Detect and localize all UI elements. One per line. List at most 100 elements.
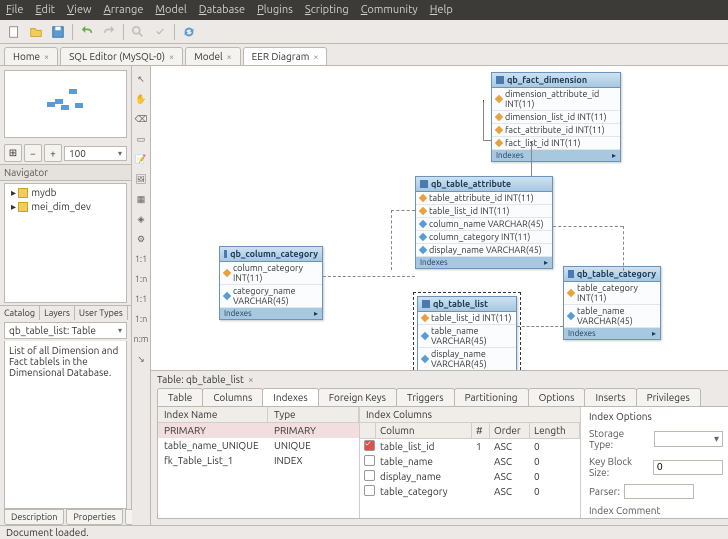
menu-view[interactable]: View (67, 4, 92, 16)
checkbox[interactable] (364, 455, 375, 466)
parser-input[interactable] (624, 484, 694, 499)
close-icon[interactable]: × (169, 52, 174, 62)
prop-tab-indexes[interactable]: Indexes (262, 388, 318, 406)
rel-1-1-id-icon[interactable]: 1:1 (132, 290, 150, 308)
entity-qb_table_attribute[interactable]: qb_table_attributetable_attribute_id INT… (415, 176, 553, 269)
schema-tree[interactable]: ▸ mydb▸ mei_dim_dev (4, 183, 127, 303)
zoom-in-icon[interactable]: + (44, 144, 62, 162)
sidebar-tab-user-types[interactable]: User Types (75, 306, 128, 320)
tree-item[interactable]: ▸ mydb (5, 186, 126, 200)
menu-model[interactable]: Model (155, 4, 186, 16)
prop-tab-partitioning[interactable]: Partitioning (454, 388, 529, 406)
sidebar-tab-catalog[interactable]: Catalog (0, 306, 40, 320)
sync-icon[interactable] (179, 22, 199, 42)
navigator-label: Navigator (0, 164, 131, 181)
prop-tab-table[interactable]: Table (157, 388, 203, 406)
prop-tab-options[interactable]: Options (528, 388, 586, 406)
routine-tool-icon[interactable]: ⚙ (132, 230, 150, 248)
entity-qb_column_category[interactable]: qb_column_categorycolumn_category INT(11… (219, 246, 323, 320)
menu-scripting[interactable]: Scripting (305, 4, 349, 16)
zoom-fit-icon[interactable]: ⊞ (4, 144, 22, 162)
menu-help[interactable]: Help (430, 4, 453, 16)
tab-home[interactable]: Home× (4, 47, 58, 65)
storage-type-select[interactable] (654, 431, 723, 447)
navigator-thumbnail[interactable] (4, 70, 127, 138)
close-icon[interactable]: × (248, 374, 254, 385)
tab-model[interactable]: Model× (185, 47, 241, 65)
entity-qb_fact_dimension[interactable]: qb_fact_dimensiondimension_attribute_id … (491, 72, 621, 162)
checkbox[interactable] (364, 440, 375, 451)
open-icon[interactable] (26, 22, 46, 42)
zoom-value[interactable]: 100▾ (64, 146, 127, 161)
tab-sql-editor-mysql-0-[interactable]: SQL Editor (MySQL-0)× (60, 47, 183, 65)
index-row[interactable]: fk_Table_List_1INDEX (158, 453, 359, 468)
hand-tool-icon[interactable]: ✋ (132, 90, 150, 108)
eer-canvas[interactable]: qb_fact_dimensiondimension_attribute_id … (151, 66, 728, 370)
storage-type-label: Storage Type: (589, 428, 650, 450)
col-header-length: Length (530, 423, 580, 438)
zoom-out-icon[interactable]: − (24, 144, 42, 162)
image-tool-icon[interactable]: 🖼 (132, 170, 150, 188)
rel-existing-icon[interactable]: ↘ (132, 350, 150, 368)
sidebar-tabs: CatalogLayersUser Types (0, 305, 131, 320)
bottom-tab-description[interactable]: Description (4, 509, 64, 525)
index-column-row[interactable]: table_list_id1ASC0 (360, 439, 580, 454)
close-icon[interactable]: × (227, 52, 232, 62)
erase-tool-icon[interactable]: ⌫ (132, 110, 150, 128)
menu-arrange[interactable]: Arrange (104, 4, 144, 16)
main-toolbar: ✓ (0, 20, 728, 44)
index-list[interactable]: Index NameType PRIMARYPRIMARYtable_name_… (158, 407, 360, 518)
property-title: Table: qb_table_list (157, 374, 244, 385)
rel-1-1-icon[interactable]: 1:1 (132, 250, 150, 268)
note-tool-icon[interactable]: 📝 (132, 150, 150, 168)
entity-qb_table_list[interactable]: qb_table_listtable_list_id INT(11)table_… (417, 296, 517, 370)
close-icon[interactable]: × (313, 52, 318, 62)
tab-eer-diagram[interactable]: EER Diagram× (243, 47, 328, 65)
pointer-tool-icon[interactable]: ↖ (132, 70, 150, 88)
rel-1-n-icon[interactable]: 1:n (132, 270, 150, 288)
status-bar: Document loaded. (0, 525, 728, 539)
close-icon[interactable]: × (44, 52, 49, 62)
new-icon[interactable] (4, 22, 24, 42)
document-tabs: Home×SQL Editor (MySQL-0)×Model×EER Diag… (0, 44, 728, 66)
find-icon[interactable] (128, 22, 148, 42)
rel-n-m-icon[interactable]: n:m (132, 330, 150, 348)
index-column-row[interactable]: table_nameASC0 (360, 454, 580, 469)
index-column-row[interactable]: table_categoryASC0 (360, 484, 580, 499)
index-options: Index Options Storage Type: Key Block Si… (581, 407, 728, 518)
checkbox[interactable] (364, 470, 375, 481)
checkbox[interactable] (364, 485, 375, 496)
key-block-size-input[interactable] (653, 460, 723, 475)
prop-tab-privileges[interactable]: Privileges (636, 388, 701, 406)
col-header-order: Order (490, 423, 530, 438)
entity-qb_table_category[interactable]: qb_table_categorytable_category INT(11)t… (563, 266, 661, 340)
index-row[interactable]: table_name_UNIQUEUNIQUE (158, 438, 359, 453)
validate-icon[interactable]: ✓ (150, 22, 170, 42)
bottom-tab-properties[interactable]: Properties (66, 509, 122, 525)
redo-icon[interactable] (99, 22, 119, 42)
prop-tab-triggers[interactable]: Triggers (396, 388, 455, 406)
sidebar-tab-layers[interactable]: Layers (40, 306, 75, 320)
table-tool-icon[interactable]: ▦ (132, 190, 150, 208)
prop-tab-columns[interactable]: Columns (202, 388, 263, 406)
index-row[interactable]: PRIMARYPRIMARY (158, 423, 359, 438)
index-column-row[interactable]: display_nameASC0 (360, 469, 580, 484)
menu-file[interactable]: File (6, 4, 23, 16)
view-tool-icon[interactable]: ◈ (132, 210, 150, 228)
save-icon[interactable] (48, 22, 68, 42)
layer-tool-icon[interactable]: ▭ (132, 130, 150, 148)
prop-tab-foreign-keys[interactable]: Foreign Keys (318, 388, 397, 406)
menu-community[interactable]: Community (361, 4, 418, 16)
key-block-size-label: Key Block Size: (589, 456, 649, 478)
property-tabs: TableColumnsIndexesForeign KeysTriggersP… (151, 388, 728, 406)
description-body: List of all Dimension and Fact tablels i… (4, 341, 127, 509)
menu-edit[interactable]: Edit (35, 4, 55, 16)
undo-icon[interactable] (77, 22, 97, 42)
index-options-title: Index Options (589, 411, 723, 422)
rel-1-n-id-icon[interactable]: 1:n (132, 310, 150, 328)
prop-tab-inserts[interactable]: Inserts (584, 388, 636, 406)
tree-item[interactable]: ▸ mei_dim_dev (5, 200, 126, 214)
sidebar: ⊞ − + 100▾ Navigator ▸ mydb▸ mei_dim_dev… (0, 66, 132, 525)
menu-plugins[interactable]: Plugins (257, 4, 293, 16)
menu-database[interactable]: Database (199, 4, 245, 16)
